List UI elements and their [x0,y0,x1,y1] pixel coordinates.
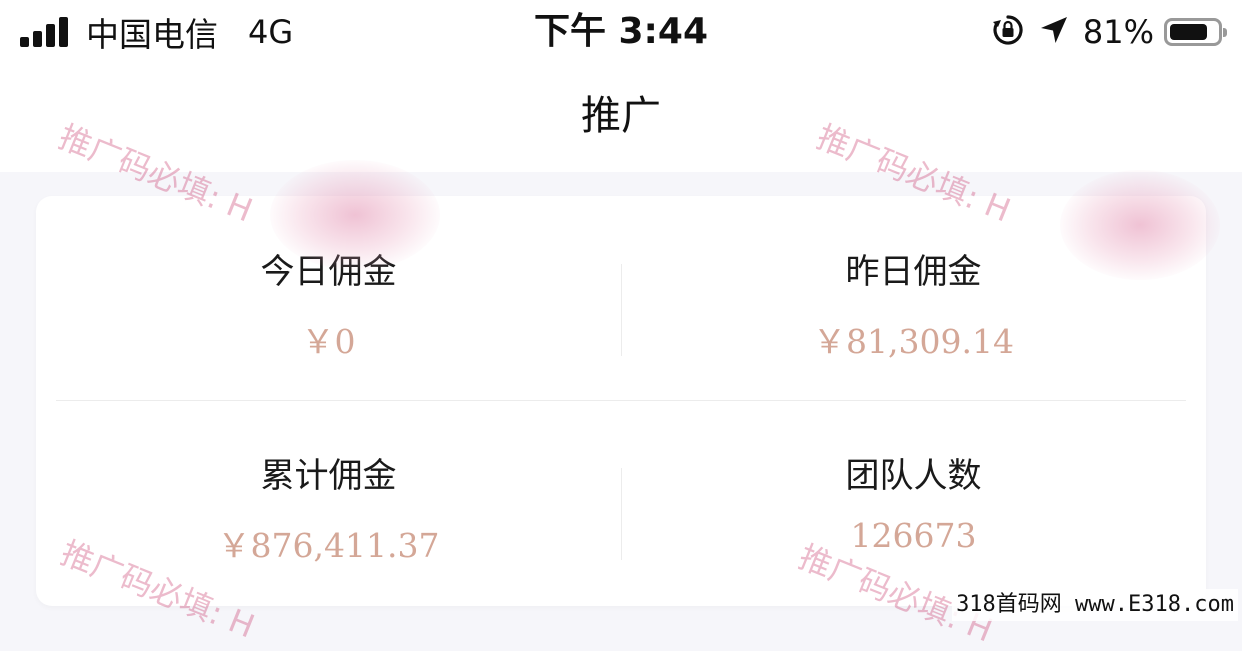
location-arrow-icon [1039,15,1069,49]
commission-card: 今日佣金 ￥0 昨日佣金 ￥81,309.14 累计佣金 ￥876,411.37… [36,196,1206,606]
stat-yesterday-label: 昨日佣金 [845,252,982,292]
stat-yesterday-value: ￥81,309.14 [813,322,1014,361]
stat-team: 团队人数 126673 [621,452,1206,558]
battery-percent: 81% [1082,13,1154,51]
orientation-lock-icon [991,13,1025,51]
stat-total-value: ￥876,411.37 [217,526,440,565]
battery-fill [1170,24,1207,40]
stat-today: 今日佣金 ￥0 [36,248,621,364]
stat-today-value: ￥0 [301,322,356,361]
status-right: 81% [991,10,1227,54]
stat-team-value: 126673 [850,516,977,555]
stat-total: 累计佣金 ￥876,411.37 [36,452,621,568]
battery-icon [1164,18,1227,46]
stat-team-label: 团队人数 [845,456,982,496]
status-bar: 中国电信 4G 下午 3:44 81% [0,0,1242,64]
divider-vertical-top [621,264,622,356]
stat-today-label: 今日佣金 [260,252,397,292]
page-title: 推广 [581,93,661,139]
stat-yesterday: 昨日佣金 ￥81,309.14 [621,248,1206,364]
site-watermark: 318首码网 www.E318.com [952,589,1238,621]
stat-total-label: 累计佣金 [260,456,397,496]
divider-horizontal [56,400,1186,401]
